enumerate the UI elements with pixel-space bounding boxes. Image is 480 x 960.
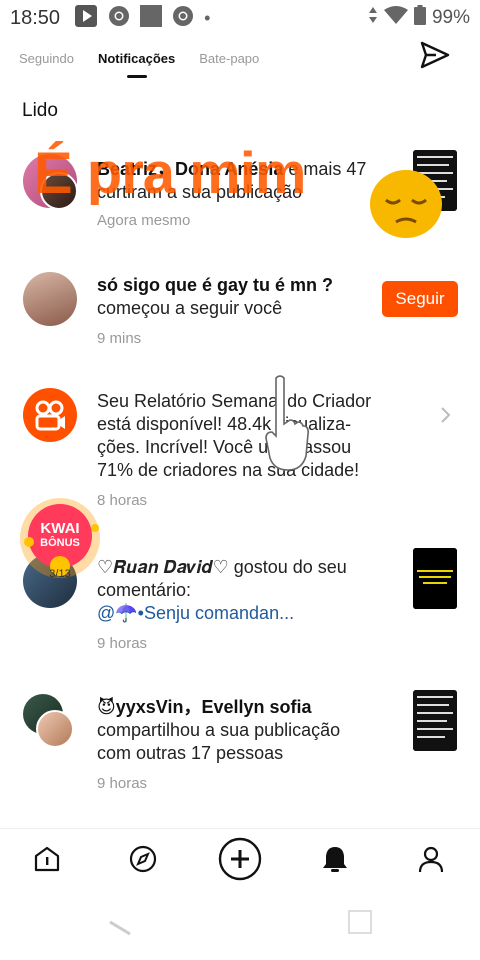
kwai-bonus-line-2: BÔNUS — [40, 537, 80, 549]
create-icon[interactable] — [218, 837, 262, 881]
top-tabs: Seguindo Notificações Bate-papo — [0, 36, 480, 80]
report-line-4: 71% de criadores na sua cidade! — [97, 460, 360, 480]
notification-follow-action: começou a seguir você — [97, 298, 283, 318]
report-line-2: está disponível! 48.4k visualiza- — [97, 414, 352, 434]
play-icon — [74, 4, 98, 33]
avatar-follower — [23, 272, 77, 326]
notification-follow-text: só sigo que é gay tu é mn ? começou a se… — [97, 274, 333, 320]
comment-mention[interactable]: @☂️•Senju comandan... — [97, 603, 294, 623]
follow-button[interactable]: Seguir — [382, 281, 458, 317]
share-line-2: compartilhou a sua publicação — [97, 720, 341, 740]
data-arrows-icon — [368, 6, 378, 30]
dot-icon: • — [204, 7, 211, 28]
wifi-icon — [383, 6, 408, 30]
notification-share-text: 😈yyxsVin，Evellyn sofia compartilhou a su… — [97, 696, 340, 765]
report-line-3: ções. Incrível! Você ultrapassou — [97, 437, 352, 457]
notification-likes-time: Agora mesmo — [97, 212, 191, 229]
send-icon[interactable] — [418, 38, 452, 72]
profile-icon[interactable] — [416, 843, 446, 875]
notification-share-time: 9 horas — [97, 775, 148, 792]
notification-follow-time: 9 mins — [97, 330, 142, 347]
bell-icon[interactable] — [320, 843, 350, 875]
comment-like-line-2: comentário: — [97, 580, 192, 600]
overlay-caption: É pra mim — [34, 141, 306, 206]
notification-follow-name: só sigo que é gay tu é mn ? — [97, 275, 334, 295]
notification-comment-text: ♡𝑹𝒖𝒂𝒏 𝑫𝒂𝒗𝒊𝒅♡ gostou do seu comentário: @… — [97, 556, 347, 625]
battery-level: 99% — [431, 7, 470, 28]
notification-share[interactable]: 😈yyxsVin，Evellyn sofia compartilhou a su… — [0, 690, 480, 800]
sad-face-emoji-icon — [366, 166, 446, 242]
chrome-icon — [108, 5, 130, 32]
pointing-hand-icon — [262, 374, 310, 474]
square-icon — [140, 4, 163, 32]
tab-bate-papo[interactable]: Bate-papo — [199, 51, 259, 66]
bottom-nav — [0, 828, 480, 892]
recents-icon[interactable] — [348, 910, 372, 939]
back-icon[interactable] — [104, 916, 132, 945]
kwai-bonus-line-1: KWAI — [40, 520, 80, 537]
kwai-bonus-progress: 3/13 — [49, 568, 71, 580]
status-bar: 18:50 • 99% — [0, 0, 480, 36]
battery-icon — [413, 5, 426, 31]
post-thumbnail-2[interactable] — [413, 548, 457, 609]
status-time: 18:50 — [10, 6, 61, 29]
kwai-bonus-badge[interactable]: KWAI BÔNUS 3/13 — [17, 492, 103, 584]
report-line-1: Seu Relatório Semanal do Criador — [97, 391, 372, 411]
notification-report-text: Seu Relatório Semanal do Criador está di… — [97, 390, 371, 482]
chevron-right-icon[interactable] — [440, 406, 452, 429]
notification-follow[interactable]: só sigo que é gay tu é mn ? começou a se… — [0, 270, 480, 360]
comment-like-line-1: ♡𝑹𝒖𝒂𝒏 𝑫𝒂𝒗𝒊𝒅♡ gostou do seu — [97, 557, 347, 577]
system-navigation-bar — [0, 892, 480, 960]
chrome-icon-2 — [172, 5, 194, 32]
home-icon[interactable] — [32, 843, 62, 875]
section-title-lido: Lido — [22, 100, 58, 121]
notification-report-time: 8 horas — [97, 492, 148, 509]
avatar-share-2 — [36, 710, 74, 748]
tab-seguindo[interactable]: Seguindo — [19, 51, 74, 66]
notification-share-names: 😈yyxsVin，Evellyn sofia — [97, 697, 312, 717]
share-line-3: com outras 17 pessoas — [97, 743, 284, 763]
post-thumbnail-3[interactable] — [413, 690, 457, 751]
notification-comment-time: 9 horas — [97, 635, 148, 652]
discover-icon[interactable] — [128, 843, 158, 875]
tab-notificacoes[interactable]: Notificações — [98, 51, 175, 78]
kwai-logo-avatar — [23, 388, 77, 442]
